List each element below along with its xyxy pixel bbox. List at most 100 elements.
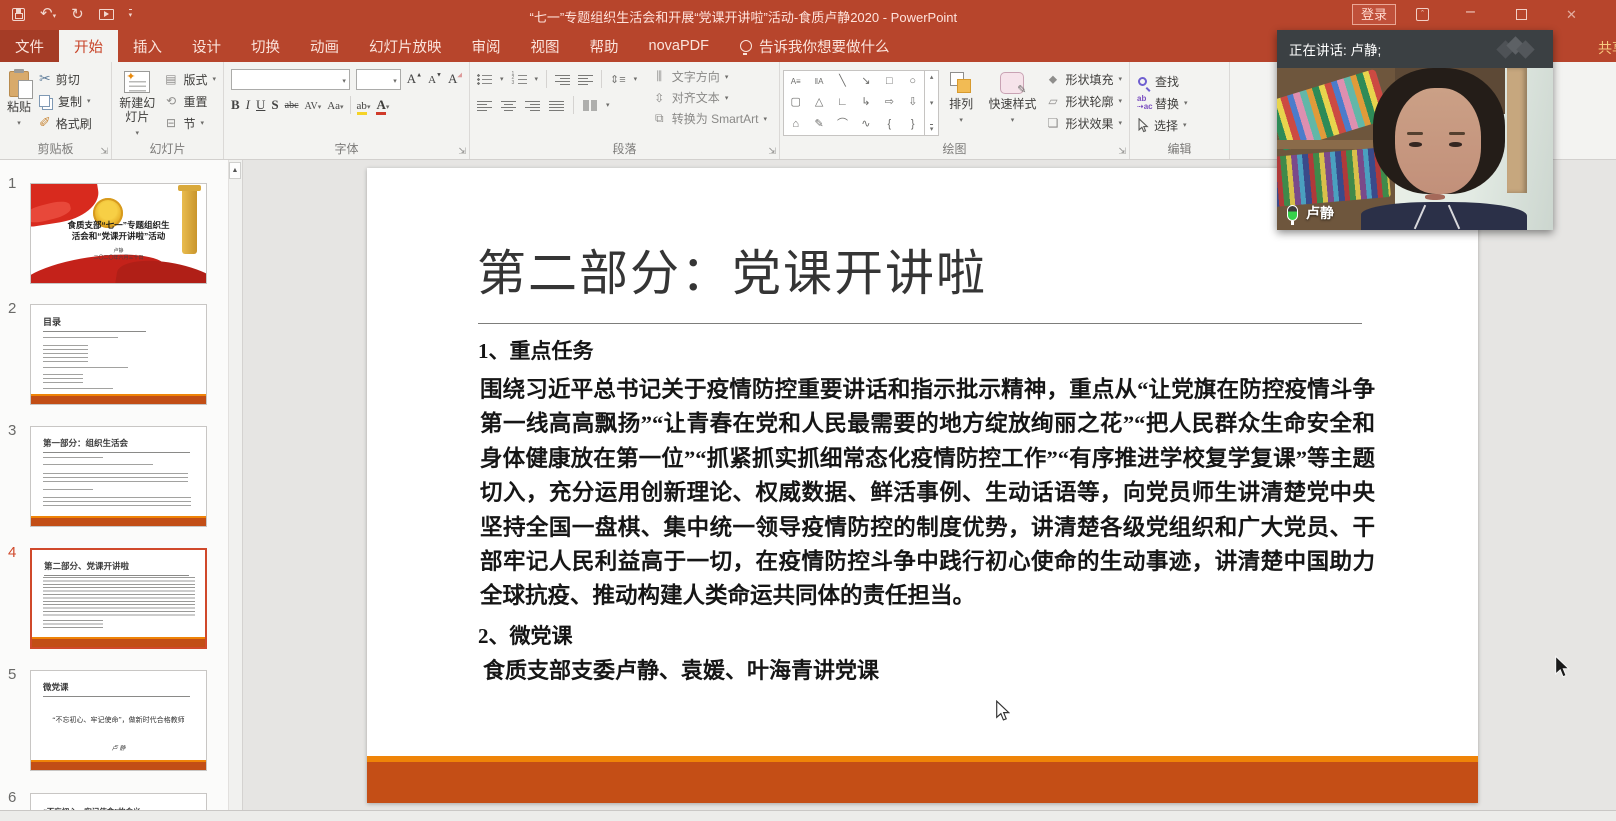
tab-home[interactable]: 开始 — [59, 30, 118, 62]
slide-text-line[interactable]: 食质支部支委卢静、袁媛、叶海青讲党课 — [483, 653, 879, 685]
shape-arc-icon[interactable]: ⌒ — [837, 119, 848, 130]
share-button[interactable]: 共享 — [1598, 38, 1616, 58]
select-button[interactable]: 选择▾ — [1133, 114, 1192, 136]
minimize-icon[interactable]: – — [1466, 3, 1475, 21]
tab-animations[interactable]: 动画 — [295, 30, 354, 62]
columns-button[interactable] — [583, 100, 597, 111]
shape-left-brace-icon[interactable]: { — [887, 119, 891, 130]
cut-button[interactable]: ✂剪切 — [35, 68, 96, 90]
slide-paragraph[interactable]: 围绕习近平总书记关于疫情防控重要讲话和指示批示精神，重点从“让党旗在防控疫情斗争… — [480, 373, 1375, 614]
login-button[interactable]: 登录 — [1352, 4, 1396, 25]
reset-button[interactable]: ⟲重置 — [159, 90, 220, 112]
underline-button[interactable]: U — [256, 97, 265, 113]
shape-rounded-rectangle-icon[interactable]: ▢ — [790, 97, 800, 108]
change-case-button[interactable]: Aa▾ — [327, 96, 343, 114]
align-right-button[interactable] — [525, 100, 540, 111]
bold-button[interactable]: B — [231, 97, 240, 113]
quick-styles-button[interactable]: 快速样式 ▾ — [983, 66, 1041, 141]
slide-heading-1[interactable]: 1、重点任务 — [478, 335, 594, 365]
align-left-button[interactable] — [477, 100, 492, 111]
gallery-down-icon[interactable]: ▾ — [930, 99, 934, 107]
webcam-video[interactable]: 卢静 — [1277, 68, 1553, 230]
shape-elbow-arrow-icon[interactable]: ↳ — [861, 97, 870, 108]
save-icon[interactable] — [12, 8, 25, 21]
shape-triangle-icon[interactable]: △ — [815, 97, 823, 108]
shape-fill-button[interactable]: ⬥形状填充▾ — [1041, 68, 1126, 90]
replace-button[interactable]: ab⇢ac替换▾ — [1133, 92, 1192, 114]
video-call-overlay[interactable]: 正在讲话: 卢静; 卢静 — [1277, 30, 1553, 230]
shape-oval-icon[interactable]: ○ — [909, 76, 916, 87]
start-slideshow-icon[interactable] — [99, 9, 114, 20]
tab-file[interactable]: 文件 — [0, 30, 59, 62]
dialog-launcher-icon[interactable]: ⇲ — [1118, 147, 1126, 156]
decrease-indent-button[interactable] — [555, 74, 570, 85]
shape-freeform-icon[interactable]: ⌂ — [792, 119, 799, 130]
shapes-gallery[interactable]: A≡ ‖A ╲ ↘ □ ○ ▢ △ ∟ ↳ ⇨ ⇩ ⌂ ✎ ⌒ ∿ { } — [783, 70, 925, 136]
text-shadow-button[interactable]: S — [271, 97, 278, 113]
thumbnail-slide-2[interactable]: 目录 — [30, 304, 207, 405]
bullets-button[interactable] — [477, 74, 492, 85]
tab-transitions[interactable]: 切换 — [236, 30, 295, 62]
line-spacing-button[interactable]: ⇕≡ — [610, 73, 626, 86]
strikethrough-button[interactable]: abc — [285, 100, 299, 111]
current-slide-canvas[interactable]: 第二部分：党课开讲啦 1、重点任务 围绕习近平总书记关于疫情防控重要讲话和指示批… — [367, 168, 1478, 803]
arrange-button[interactable]: 排列 ▾ — [939, 66, 984, 141]
thumbnail-slide-4-selected[interactable]: 第二部分、党课开讲啦 — [30, 548, 207, 649]
shape-right-arrow-icon[interactable]: ⇨ — [885, 97, 894, 108]
dialog-launcher-icon[interactable]: ⇲ — [100, 147, 108, 156]
text-direction-button[interactable]: ⫼文字方向▾ — [648, 66, 771, 87]
character-spacing-button[interactable]: AV▾ — [305, 96, 322, 114]
tab-review[interactable]: 审阅 — [457, 30, 516, 62]
shape-rectangle-icon[interactable]: □ — [886, 76, 893, 87]
gallery-up-icon[interactable]: ▴ — [930, 73, 934, 81]
thumbnail-slide-3[interactable]: 第一部分：组织生活会 — [30, 426, 207, 527]
font-size-combo[interactable]: ▾ — [356, 69, 401, 90]
thumbnail-slide-1[interactable]: 食质支部“七一”专题组织生活会和“党课开讲啦”活动 卢静二〇二〇年六月三十日 — [30, 183, 207, 284]
dialog-launcher-icon[interactable]: ⇲ — [768, 147, 776, 156]
gallery-more-icon[interactable]: ▾ — [930, 124, 934, 133]
justify-button[interactable] — [549, 100, 564, 111]
tab-slideshow[interactable]: 幻灯片放映 — [354, 30, 457, 62]
clear-formatting-button[interactable]: A◢ — [448, 70, 462, 88]
font-color-button[interactable]: A▾ — [376, 96, 389, 114]
decrease-font-size-button[interactable]: A▼ — [428, 70, 442, 88]
numbering-button[interactable] — [512, 74, 527, 85]
tab-help[interactable]: 帮助 — [575, 30, 634, 62]
shape-outline-button[interactable]: ▱形状轮廓▾ — [1041, 90, 1126, 112]
shape-vertical-textbox-icon[interactable]: ‖A — [815, 76, 824, 87]
shape-curve-icon[interactable]: ∿ — [861, 119, 870, 130]
tell-me-box[interactable]: 告诉我你想要做什么 — [740, 30, 890, 62]
shape-scribble-icon[interactable]: ✎ — [814, 119, 823, 130]
scroll-up-icon[interactable]: ▲ — [229, 162, 241, 179]
shape-right-brace-icon[interactable]: } — [911, 119, 915, 130]
shape-textbox-icon[interactable]: A≡ — [791, 76, 801, 87]
find-button[interactable]: 查找 — [1133, 70, 1192, 92]
increase-indent-button[interactable] — [578, 74, 593, 85]
paste-button[interactable]: 粘贴 ▾ — [3, 66, 35, 141]
maximize-icon[interactable] — [1516, 9, 1527, 20]
text-highlight-button[interactable]: ab▾ — [357, 96, 371, 114]
dialog-launcher-icon[interactable]: ⇲ — [458, 147, 466, 156]
format-painter-button[interactable]: ✐格式刷 — [35, 112, 96, 134]
font-name-combo[interactable]: ▾ — [231, 69, 350, 90]
convert-smartart-button[interactable]: ⧉转换为 SmartArt▾ — [648, 108, 771, 129]
tab-novapdf[interactable]: novaPDF — [634, 30, 724, 62]
align-center-button[interactable] — [501, 100, 516, 111]
shape-effects-button[interactable]: ❏形状效果▾ — [1041, 112, 1126, 134]
copy-button[interactable]: 复制▾ — [35, 90, 96, 112]
redo-icon[interactable]: ↻ — [71, 7, 84, 22]
shape-elbow-connector-icon[interactable]: ∟ — [837, 97, 848, 108]
slide-title[interactable]: 第二部分：党课开讲啦 — [477, 234, 987, 305]
increase-font-size-button[interactable]: A▲ — [407, 70, 422, 88]
align-text-button[interactable]: ⇳对齐文本▾ — [648, 87, 771, 108]
thumbnail-scrollbar[interactable]: ▲ — [228, 160, 242, 810]
section-button[interactable]: ⊟节▾ — [159, 112, 220, 134]
shape-line-icon[interactable]: ╲ — [839, 76, 846, 87]
new-slide-button[interactable]: 新建幻灯片 ▾ — [115, 66, 159, 141]
undo-button[interactable]: ↶▾ — [40, 5, 56, 23]
slide-heading-2[interactable]: 2、微党课 — [478, 620, 573, 650]
shape-down-arrow-icon[interactable]: ⇩ — [908, 97, 917, 108]
tab-view[interactable]: 视图 — [516, 30, 575, 62]
thumbnail-slide-5[interactable]: 微党课 “不忘初心、牢记使命”，做新时代合格教师 卢 静 — [30, 670, 207, 771]
shapes-gallery-scroll[interactable]: ▴ ▾ ▾ — [925, 70, 939, 136]
